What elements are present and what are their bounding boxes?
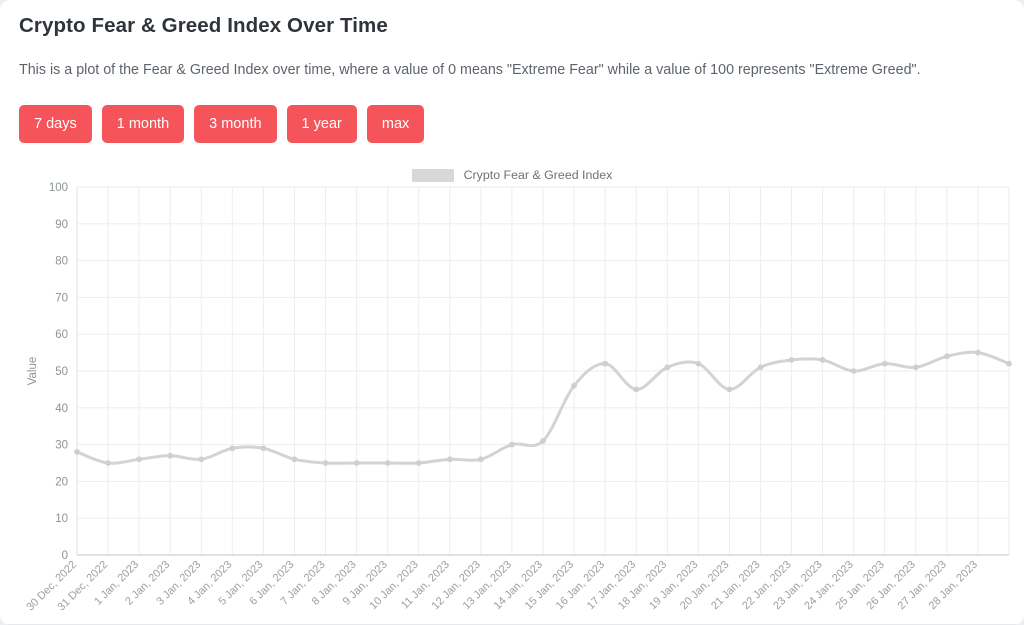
chart-card: Crypto Fear & Greed Index Over Time This… bbox=[0, 0, 1024, 625]
svg-text:0: 0 bbox=[62, 550, 68, 562]
range-button-1-year[interactable]: 1 year bbox=[286, 105, 357, 143]
svg-text:80: 80 bbox=[55, 256, 68, 268]
svg-text:70: 70 bbox=[55, 292, 68, 304]
line-chart-plot[interactable]: 0102030405060708090100Value30 Dec, 20223… bbox=[0, 160, 1024, 625]
svg-text:20: 20 bbox=[55, 476, 68, 488]
range-selector-group: 7 days 1 month 3 month 1 year max bbox=[19, 105, 425, 143]
svg-text:90: 90 bbox=[55, 219, 68, 231]
range-button-max[interactable]: max bbox=[366, 105, 425, 143]
svg-text:Value: Value bbox=[27, 357, 39, 386]
page-title: Crypto Fear & Greed Index Over Time bbox=[19, 14, 388, 37]
page-subtitle: This is a plot of the Fear & Greed Index… bbox=[19, 62, 921, 78]
svg-text:10: 10 bbox=[55, 513, 68, 525]
svg-text:60: 60 bbox=[55, 329, 68, 341]
chart-container: Crypto Fear & Greed Index 0 10 20 30 40 50 60 7… bbox=[0, 160, 1024, 625]
range-button-1-month[interactable]: 1 month bbox=[101, 105, 185, 143]
svg-text:30: 30 bbox=[55, 440, 68, 452]
svg-text:40: 40 bbox=[55, 403, 68, 415]
range-button-3-month[interactable]: 3 month bbox=[194, 105, 277, 143]
range-button-7-days[interactable]: 7 days bbox=[19, 105, 92, 143]
svg-text:100: 100 bbox=[49, 182, 68, 194]
svg-text:50: 50 bbox=[55, 366, 68, 378]
